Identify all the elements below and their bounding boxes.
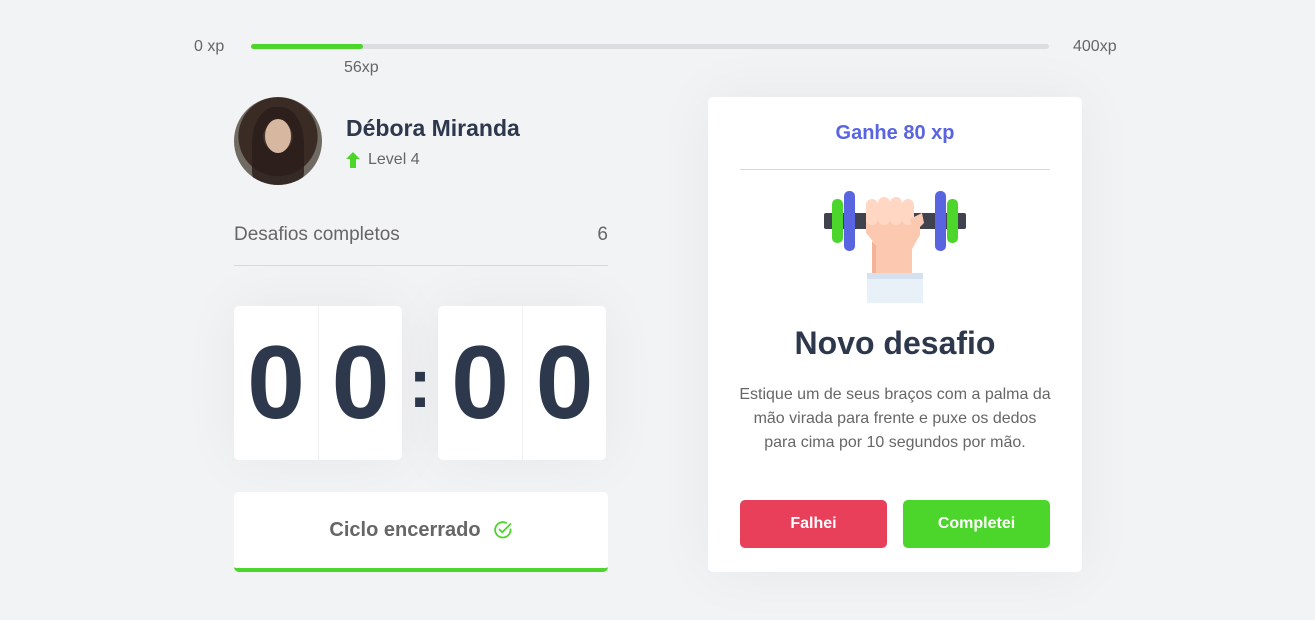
completed-challenges: Desafios completos 6 xyxy=(234,224,608,266)
experience-bar: 0 xp 56xp 400xp xyxy=(0,0,1315,90)
challenge-card: Ganhe 80 xp Novo desafio Estique um de s… xyxy=(708,97,1082,572)
completed-challenges-label: Desafios completos xyxy=(234,224,400,245)
completed-challenges-count: 6 xyxy=(597,224,608,245)
cycle-finished-label: Ciclo encerrado xyxy=(329,518,481,541)
countdown-separator: : xyxy=(408,344,432,422)
level-row: Level 4 xyxy=(346,151,420,169)
xp-current-label: 56xp xyxy=(344,59,379,76)
xp-min-label: 0 xp xyxy=(194,38,225,55)
challenge-title: Novo desafio xyxy=(794,325,996,361)
level-label: Level 4 xyxy=(368,151,420,168)
xp-progress-track xyxy=(251,44,1049,49)
second-digit-right: 0 xyxy=(522,306,606,460)
profile: Débora Miranda Level 4 xyxy=(234,97,614,187)
check-circle-icon xyxy=(493,521,511,539)
second-digit-left: 0 xyxy=(451,324,509,441)
level-up-arrow-icon xyxy=(346,152,360,168)
xp-max-label: 400xp xyxy=(1073,38,1117,55)
challenge-reward: Ganhe 80 xp xyxy=(740,97,1050,170)
xp-progress-fill xyxy=(251,44,363,49)
countdown: 0 0 : 0 0 xyxy=(234,306,608,460)
minute-digit-right: 0 xyxy=(318,306,402,460)
countdown-minutes: 0 0 xyxy=(234,306,402,460)
user-name: Débora Miranda xyxy=(346,115,520,141)
cycle-finished-button[interactable]: Ciclo encerrado xyxy=(234,492,608,572)
challenge-description: Estique um de seus braços com a palma da… xyxy=(739,386,1051,451)
failed-button[interactable]: Falhei xyxy=(740,500,887,548)
dumbbell-icon xyxy=(824,191,966,303)
minute-digit-left: 0 xyxy=(247,324,305,441)
avatar xyxy=(234,97,322,185)
completed-button[interactable]: Completei xyxy=(903,500,1050,548)
challenge-actions: Falhei Completei xyxy=(740,500,1050,548)
countdown-seconds: 0 0 xyxy=(438,306,606,460)
